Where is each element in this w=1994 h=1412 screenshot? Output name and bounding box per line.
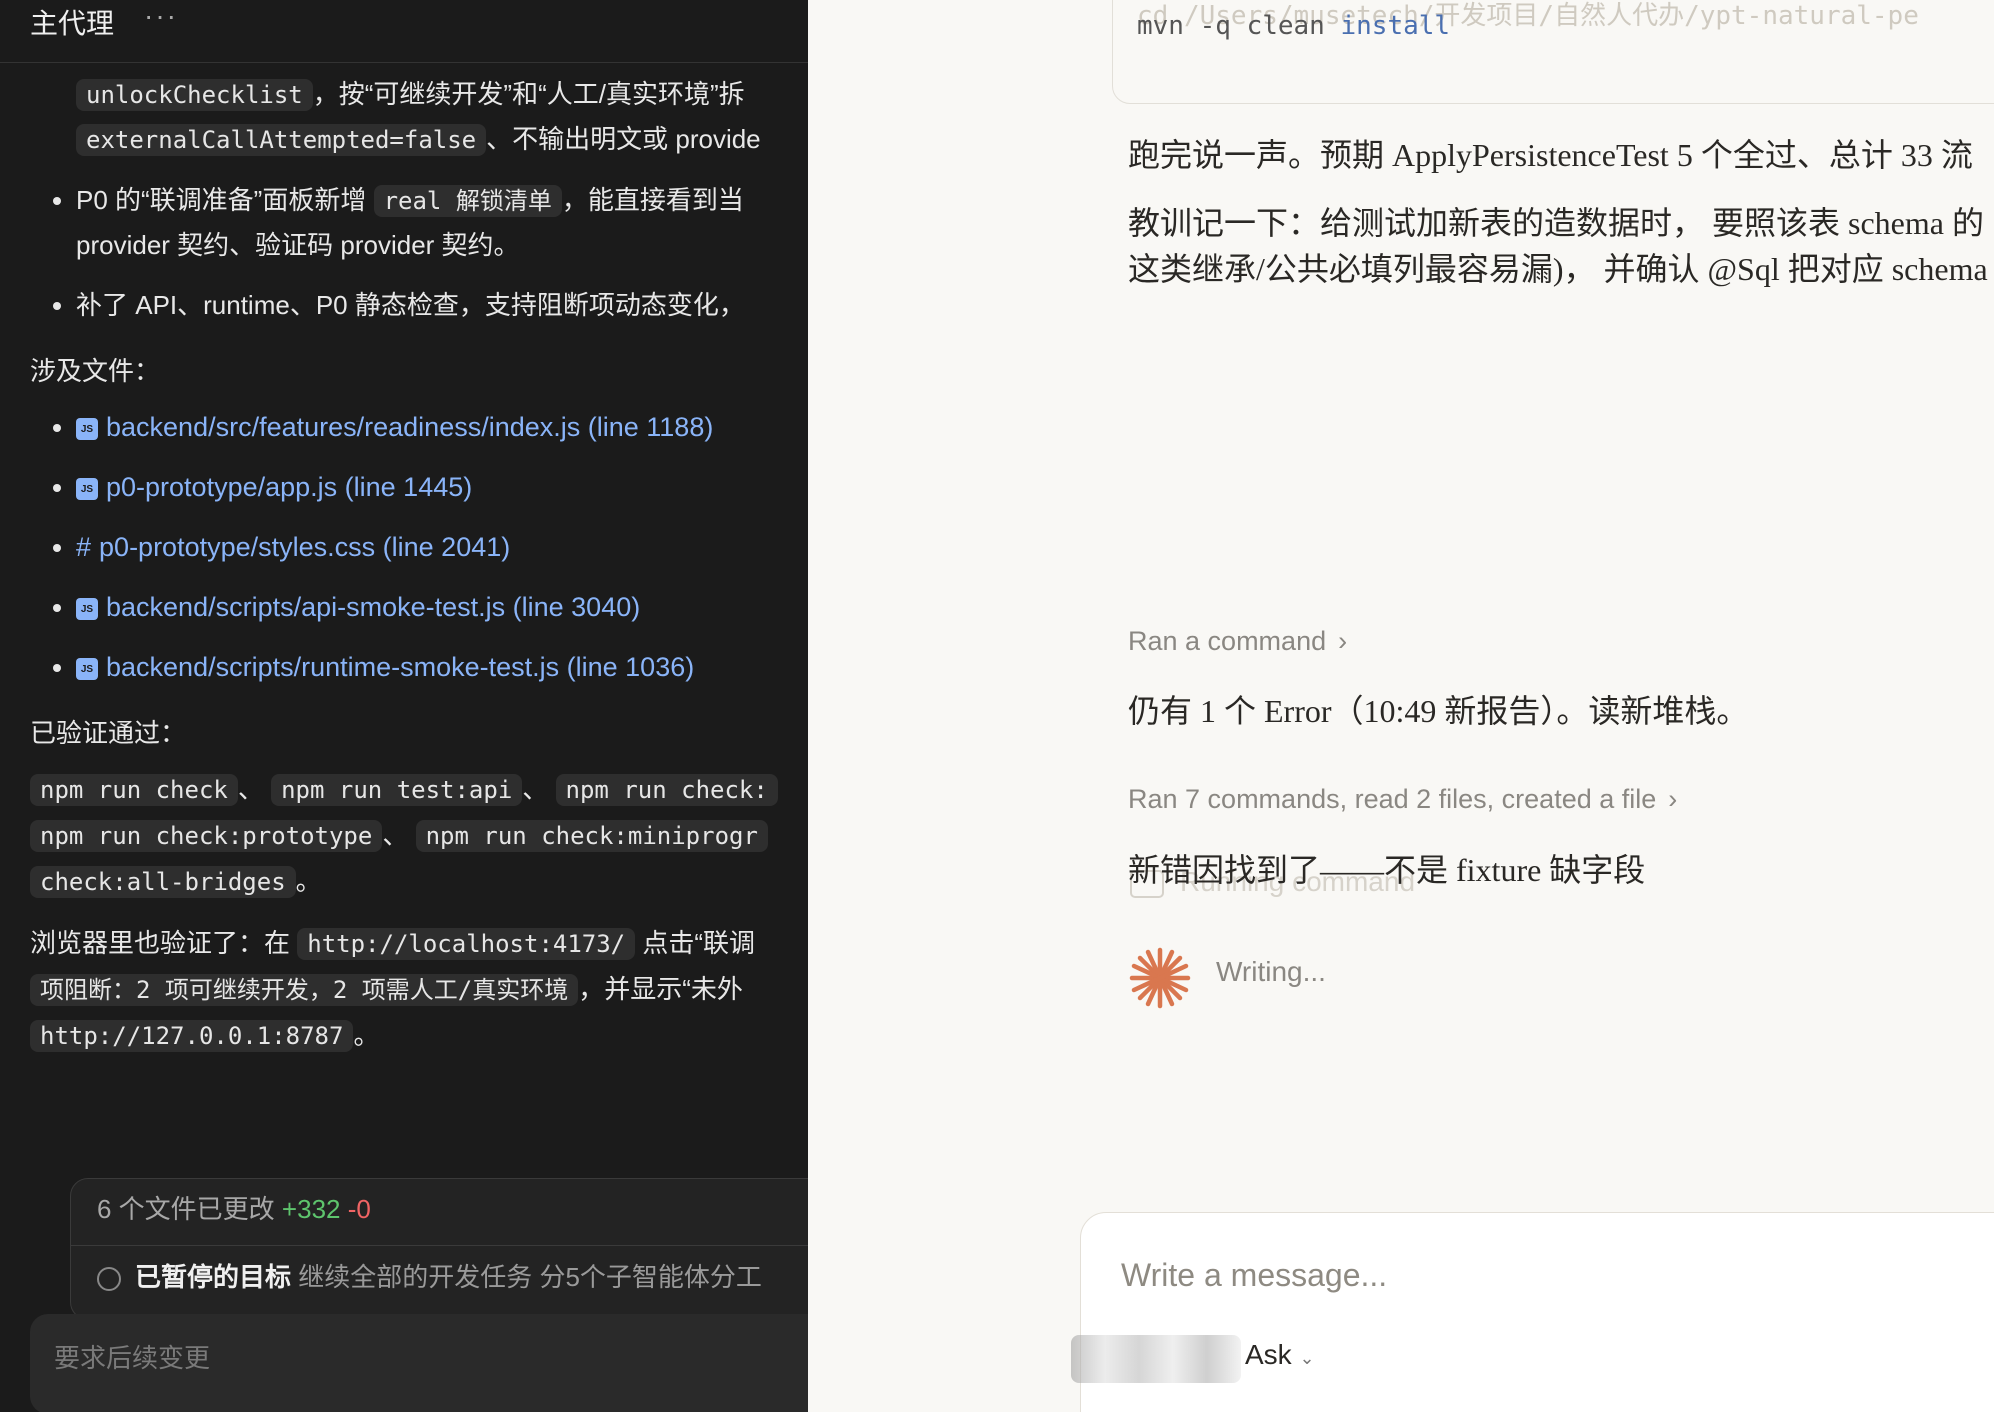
message-input[interactable]: Write a message... xyxy=(1121,1257,1387,1294)
inline-code: npm run check: xyxy=(555,774,778,806)
file-link[interactable]: p0-prototype/app.js (line 1445) xyxy=(106,472,472,502)
inline-code: unlockChecklist xyxy=(76,79,313,111)
files-heading: 涉及文件： xyxy=(30,356,161,386)
deletions-count: -0 xyxy=(347,1194,371,1224)
file-item[interactable]: #p0-prototype/styles.css (line 2041) xyxy=(76,525,808,569)
inline-code: 项阻断：2 项可继续开发，2 项需人工/真实环境 xyxy=(30,974,579,1006)
file-item[interactable]: JS backend/scripts/api-smoke-test.js (lin… xyxy=(76,585,808,629)
inline-code: npm run test:api xyxy=(271,774,523,806)
assistant-paragraph: 教训记一下：给测试加新表的造数据时， 要照该表 schema 的 这类继承/公共… xyxy=(1128,205,1988,287)
js-file-icon: JS xyxy=(76,417,98,440)
file-link[interactable]: p0-prototype/styles.css (line 2041) xyxy=(99,532,510,562)
code-block: cd /Users/musetech/开发项目/自然人代办/ypt-natura… xyxy=(1112,0,1994,104)
blurred-toolbar xyxy=(1071,1335,1241,1383)
js-file-icon: JS xyxy=(76,477,98,500)
paused-goal[interactable]: 已暂停的目标 继续全部的开发任务 分5个子智能体分工 xyxy=(97,1257,762,1294)
ran-command-toggle[interactable]: Ran a command › xyxy=(1128,626,1347,657)
list-item: 补了 API、runtime、P0 静态检查，支持阻断项动态变化， xyxy=(76,283,808,327)
js-file-icon: JS xyxy=(76,597,98,620)
inline-code: http://localhost:4173/ xyxy=(297,928,636,960)
inline-code: real 解锁清单 xyxy=(373,185,562,217)
chevron-right-icon: › xyxy=(1668,784,1678,814)
agent-title: 主代理 xyxy=(30,8,115,39)
file-link[interactable]: backend/scripts/runtime-smoke-test.js (l… xyxy=(106,652,694,682)
mode-select[interactable]: Ask ⌄ xyxy=(1245,1339,1315,1371)
list-item: P0 的“联调准备”面板新增 real 解锁清单，能直接看到当 provider… xyxy=(76,178,808,267)
verified-heading: 已验证通过： xyxy=(30,718,187,748)
inline-code: check:all-bridges xyxy=(30,866,296,898)
chevron-down-icon: ⌄ xyxy=(1299,1348,1315,1368)
claude-spark-icon xyxy=(1129,947,1191,1009)
code-line-command: mvn -q clean install xyxy=(1137,11,1451,41)
message-composer[interactable]: Write a message... Ask ⌄ xyxy=(1071,1212,1994,1412)
divider xyxy=(71,1245,808,1246)
inline-code: npm run check xyxy=(30,774,238,806)
inline-code: externalCallAttempted=false xyxy=(76,124,487,156)
left-message-body: unlockChecklist ，按“可继续开发”和“人工/真实环境”拆 exte… xyxy=(30,40,808,1059)
file-link[interactable]: backend/scripts/api-smoke-test.js (line … xyxy=(106,592,640,622)
left-header: 主代理 ··· xyxy=(0,0,808,63)
verified-commands: npm run check、 npm run test:api、 npm run… xyxy=(30,767,808,905)
browser-verify-text: 浏览器里也验证了：在 http://localhost:4173/ 点击“联调 … xyxy=(30,928,756,1052)
chevron-right-icon: › xyxy=(1338,626,1348,656)
inline-code: npm run check:prototype xyxy=(30,820,383,852)
changes-panel: 6 个文件已更改 +332 -0 已暂停的目标 继续全部的开发任务 分5个子智能… xyxy=(70,1178,808,1320)
ran-commands-toggle[interactable]: Ran 7 commands, read 2 files, created a … xyxy=(1128,784,1677,815)
left-chat-pane: 主代理 ··· unlockChecklist ，按“可继续开发”和“人工/真实环… xyxy=(0,0,808,1412)
file-item[interactable]: JS p0-prototype/app.js (line 1445) xyxy=(76,465,808,509)
target-icon xyxy=(97,1267,121,1292)
followup-placeholder: 要求后续变更 xyxy=(54,1343,211,1373)
js-file-icon: JS xyxy=(76,657,98,680)
summary-list: unlockChecklist ，按“可继续开发”和“人工/真实环境”拆 exte… xyxy=(30,72,808,327)
inline-code: npm run check:miniprogr xyxy=(415,820,768,852)
assistant-message: 仍有 1 个 Error（10:49 新报告）。读新堆栈。 xyxy=(1128,693,1749,729)
more-options-button[interactable]: ··· xyxy=(144,0,178,32)
additions-count: +332 xyxy=(281,1194,341,1224)
assistant-message: 新错因找到了——不是 fixture 缺字段 xyxy=(1128,852,1646,888)
inline-code: http://127.0.0.1:8787 xyxy=(30,1020,354,1052)
list-item: unlockChecklist ，按“可继续开发”和“人工/真实环境”拆 exte… xyxy=(76,72,808,162)
file-list: JS backend/src/features/readiness/index.j… xyxy=(30,405,808,689)
file-link[interactable]: backend/src/features/readiness/index.js … xyxy=(106,412,713,442)
right-chat-pane: cd /Users/musetech/开发项目/自然人代办/ypt-natura… xyxy=(808,0,1994,1412)
assistant-paragraph: 跑完说一声。预期 ApplyPersistenceTest 5 个全过、总计 3… xyxy=(1128,137,1973,173)
file-item[interactable]: JS backend/scripts/runtime-smoke-test.js … xyxy=(76,645,808,689)
writing-status: Writing... xyxy=(1216,956,1326,987)
followup-input[interactable]: 要求后续变更 xyxy=(30,1314,808,1412)
hash-icon: # xyxy=(76,532,92,562)
file-item[interactable]: JS backend/src/features/readiness/index.j… xyxy=(76,405,808,449)
changes-summary[interactable]: 6 个文件已更改 +332 -0 xyxy=(97,1189,371,1226)
